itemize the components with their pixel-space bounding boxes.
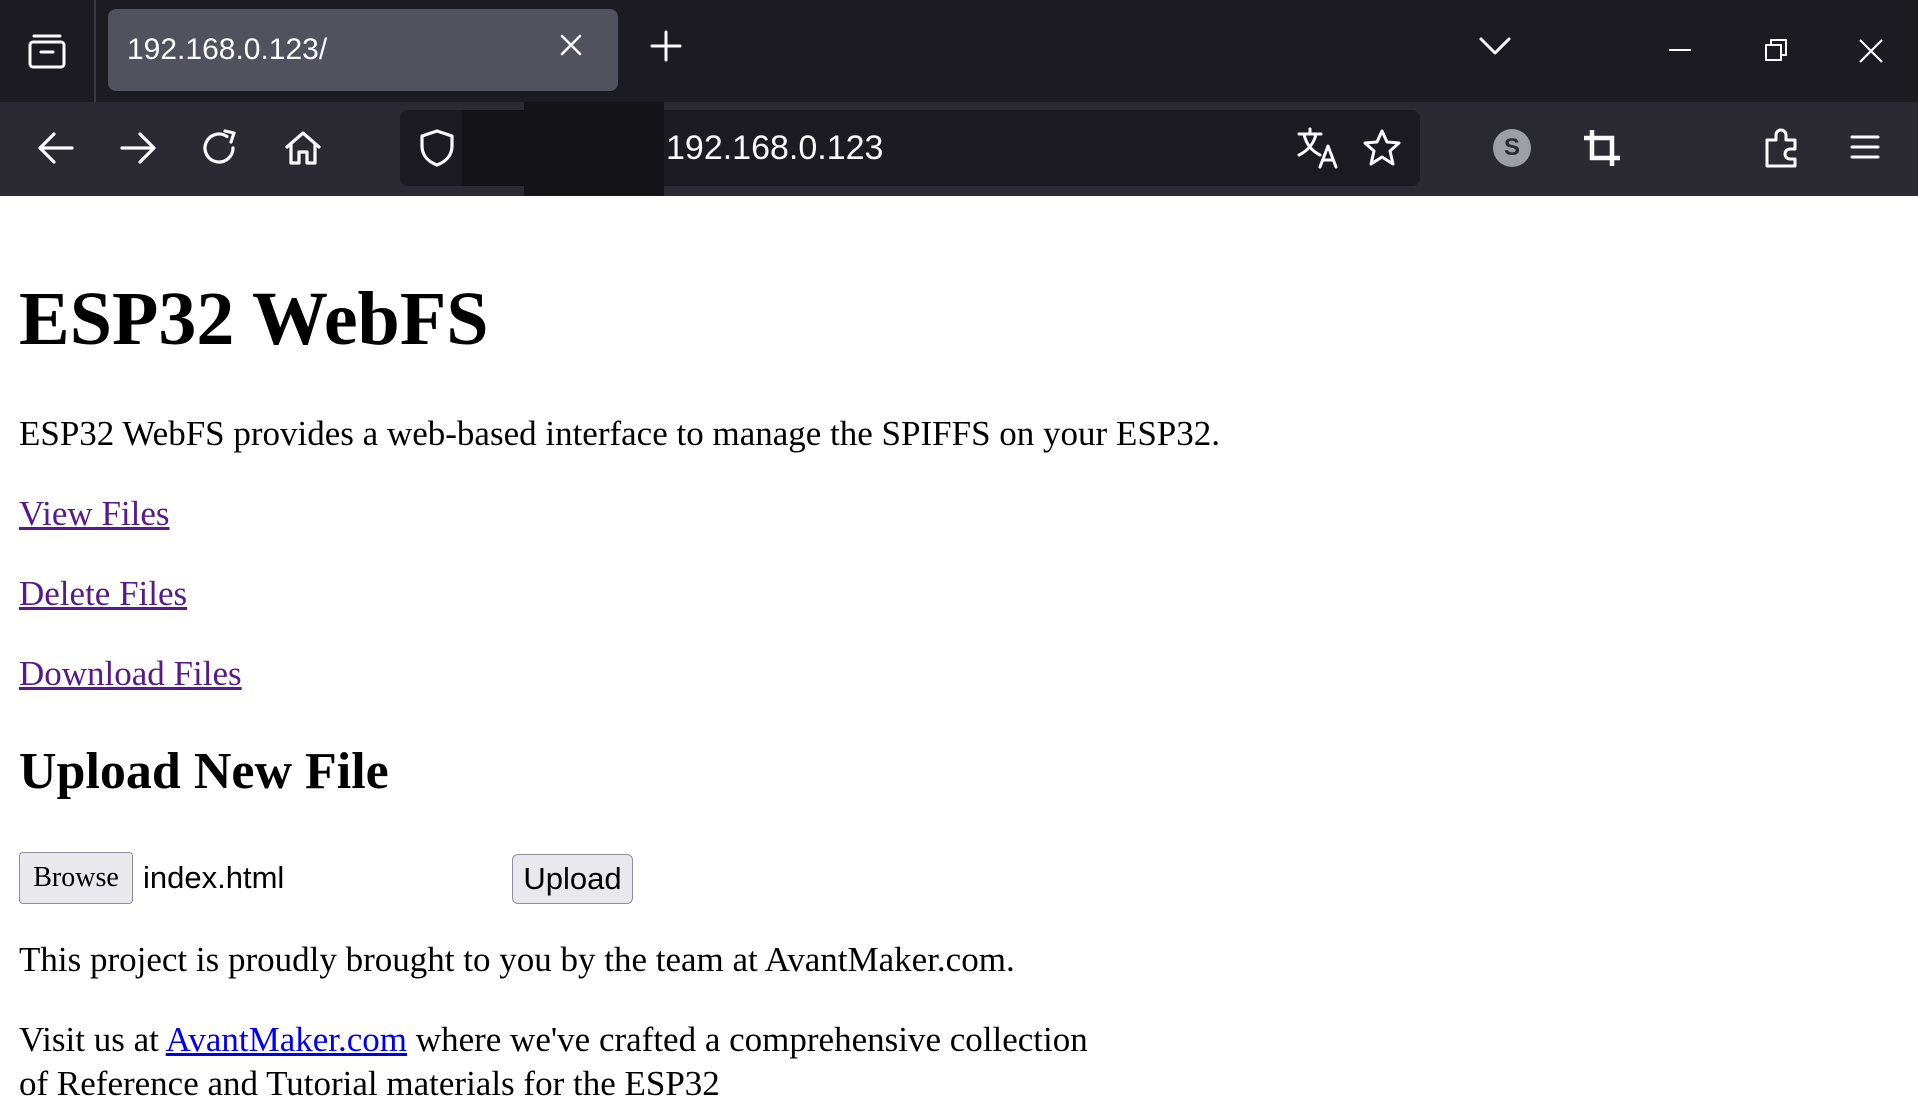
visit-text: Visit us at AvantMaker.com where we've c… [19,1018,1088,1106]
tab-close-button[interactable] [560,34,582,56]
tab-overflow-button[interactable] [1478,36,1512,56]
account-avatar[interactable]: S [1493,129,1531,167]
page-title: ESP32 WebFS [19,277,489,361]
redacted-area [524,102,664,196]
credit-text: This project is proudly brought to you b… [19,940,1015,979]
visit-suffix: where we've crafted a comprehensive coll… [407,1020,1088,1059]
arrow-right-icon [120,132,156,164]
close-window-button[interactable] [1858,38,1884,64]
browse-button[interactable]: Browse [19,852,133,904]
download-files-link[interactable]: Download Files [19,654,242,694]
extensions-button[interactable] [1763,126,1801,168]
visit-prefix: Visit us at [19,1020,166,1059]
close-icon [560,34,582,56]
tab-bar: 192.168.0.123/ [0,0,1918,102]
forward-button[interactable] [118,128,158,168]
back-button[interactable] [36,128,76,168]
restore-icon [1765,39,1787,61]
minimize-icon [1669,49,1691,51]
crop-icon [1584,130,1620,166]
url-text: 192.168.0.123 [666,129,884,167]
view-files-link[interactable]: View Files [19,494,170,534]
restore-button[interactable] [1764,38,1788,62]
puzzle-icon [1765,128,1797,168]
delete-files-link[interactable]: Delete Files [19,574,187,614]
selected-file-name: index.html [143,860,285,895]
minimize-button[interactable] [1668,48,1692,52]
active-tab[interactable]: 192.168.0.123/ [108,9,618,91]
close-icon [1859,39,1883,63]
reload-icon [203,129,236,164]
avantmaker-link[interactable]: AvantMaker.com [166,1020,407,1059]
shield-icon [420,129,454,167]
intro-text: ESP32 WebFS provides a web-based interfa… [19,414,1221,453]
tab-title: 192.168.0.123/ [127,33,328,66]
bookmark-button[interactable] [1362,128,1402,168]
tab-list-button[interactable] [0,0,96,102]
plus-icon [650,30,682,62]
tab-list-icon [28,34,66,69]
star-icon [1363,129,1401,166]
app-menu-button[interactable] [1850,134,1880,160]
hamburger-icon [1850,135,1880,159]
upload-heading: Upload New File [19,743,389,800]
translate-icon [1297,127,1338,169]
new-tab-button[interactable] [650,30,682,62]
home-icon [285,131,321,165]
reload-button[interactable] [200,128,240,168]
redacted-area [462,110,528,186]
chevron-down-icon [1479,37,1511,55]
arrow-left-icon [38,132,74,164]
home-button[interactable] [283,128,323,168]
tracking-protection-button[interactable] [418,128,456,168]
screenshot-button[interactable] [1582,128,1622,168]
upload-button[interactable]: Upload [512,854,633,904]
translate-button[interactable] [1296,126,1340,170]
visit-line2: of Reference and Tutorial materials for … [19,1064,720,1103]
